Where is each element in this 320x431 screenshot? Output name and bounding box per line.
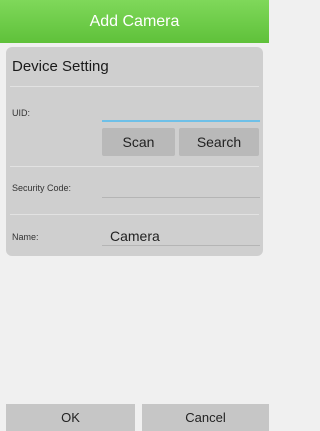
security-code-input[interactable] bbox=[102, 180, 260, 198]
section-title: Device Setting bbox=[12, 58, 109, 75]
cancel-button[interactable]: Cancel bbox=[142, 404, 269, 431]
divider bbox=[10, 214, 259, 215]
security-code-label: Security Code: bbox=[12, 183, 72, 193]
name-input[interactable] bbox=[102, 227, 260, 246]
divider bbox=[10, 86, 259, 87]
uid-input[interactable] bbox=[102, 104, 260, 122]
scan-button[interactable]: Scan bbox=[102, 128, 175, 156]
page-title: Add Camera bbox=[89, 13, 180, 30]
title-bar: Add Camera bbox=[0, 0, 269, 43]
search-button[interactable]: Search bbox=[179, 128, 259, 156]
uid-label: UID: bbox=[12, 108, 30, 118]
name-label: Name: bbox=[12, 232, 39, 242]
ok-button[interactable]: OK bbox=[6, 404, 135, 431]
divider bbox=[10, 166, 259, 167]
